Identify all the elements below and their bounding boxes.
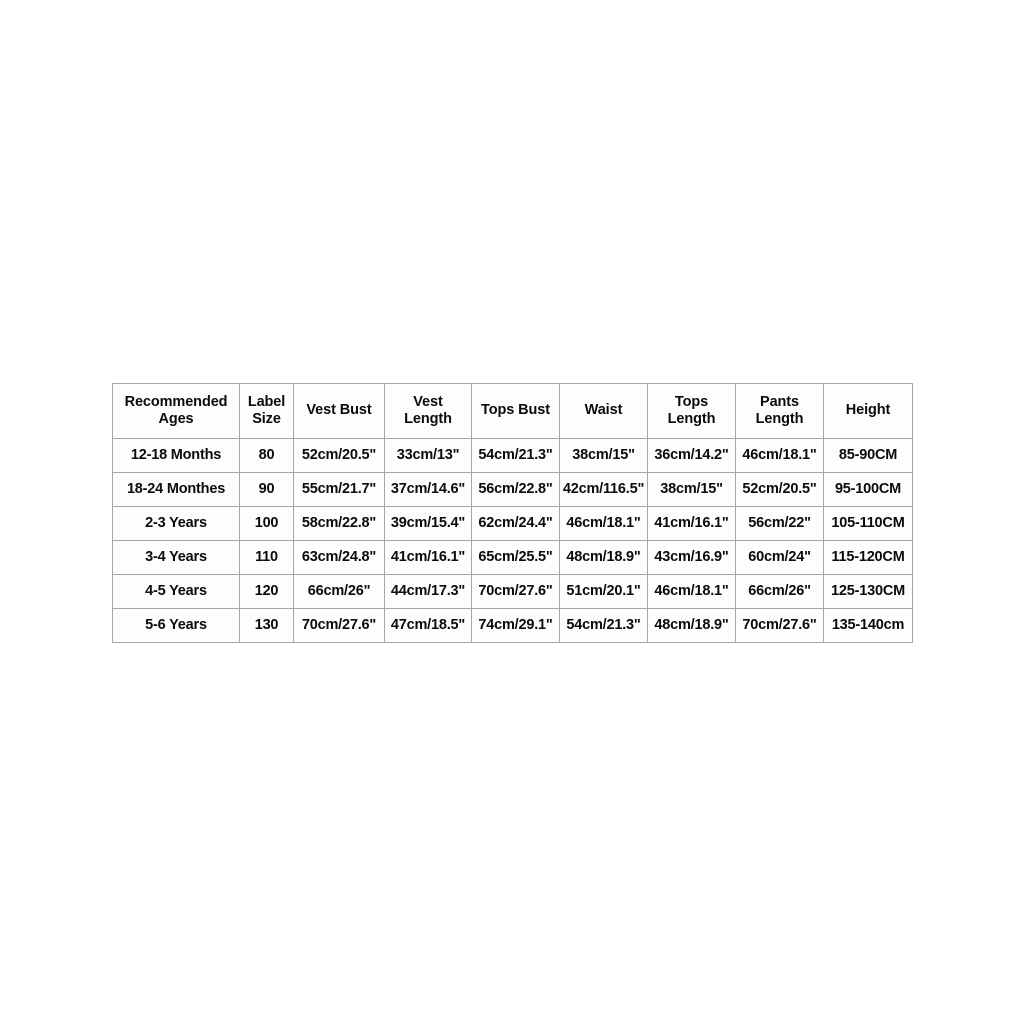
table-row: 2-3 Years 100 58cm/22.8" 39cm/15.4" 62cm… bbox=[112, 506, 913, 541]
size-chart-container: Recommended Ages Label Size Vest Bust Ve… bbox=[112, 383, 913, 643]
column-header-line-1: Pants bbox=[760, 393, 799, 410]
cell-tops-length: 38cm/15" bbox=[647, 472, 736, 507]
column-header-pants-length: Pants Length bbox=[735, 383, 824, 439]
cell-waist: 51cm/20.1" bbox=[559, 574, 648, 609]
cell-vest-bust: 55cm/21.7" bbox=[293, 472, 385, 507]
column-header-line-1: Label bbox=[247, 393, 286, 410]
cell-height: 95-100CM bbox=[823, 472, 913, 507]
cell-pants-length: 56cm/22" bbox=[735, 506, 824, 541]
column-header-vest-bust: Vest Bust bbox=[293, 383, 385, 439]
column-header-line-1: Height bbox=[845, 402, 891, 419]
column-header-line-1: Vest Bust bbox=[306, 402, 372, 419]
column-header-label-size: Label Size bbox=[239, 383, 294, 439]
cell-tops-bust: 74cm/29.1" bbox=[471, 608, 560, 643]
cell-pants-length: 70cm/27.6" bbox=[735, 608, 824, 643]
cell-height: 125-130CM bbox=[823, 574, 913, 609]
cell-tops-length: 46cm/18.1" bbox=[647, 574, 736, 609]
column-header-tops-length: Tops Length bbox=[647, 383, 736, 439]
cell-label-size: 100 bbox=[239, 506, 294, 541]
cell-vest-bust: 58cm/22.8" bbox=[293, 506, 385, 541]
size-chart-table: Recommended Ages Label Size Vest Bust Ve… bbox=[112, 383, 913, 643]
cell-vest-length: 44cm/17.3" bbox=[384, 574, 472, 609]
column-header-waist: Waist bbox=[559, 383, 648, 439]
cell-height: 115-120CM bbox=[823, 540, 913, 575]
table-row: 18-24 Monthes 90 55cm/21.7" 37cm/14.6" 5… bbox=[112, 472, 913, 507]
cell-tops-bust: 56cm/22.8" bbox=[471, 472, 560, 507]
column-header-line-1: Recommended bbox=[124, 393, 228, 410]
cell-vest-length: 41cm/16.1" bbox=[384, 540, 472, 575]
column-header-line-1: Tops Bust bbox=[481, 402, 550, 419]
cell-tops-bust: 62cm/24.4" bbox=[471, 506, 560, 541]
cell-tops-bust: 70cm/27.6" bbox=[471, 574, 560, 609]
cell-tops-length: 43cm/16.9" bbox=[647, 540, 736, 575]
table-row: 3-4 Years 110 63cm/24.8" 41cm/16.1" 65cm… bbox=[112, 540, 913, 575]
cell-vest-bust: 63cm/24.8" bbox=[293, 540, 385, 575]
column-header-line-1: Waist bbox=[584, 402, 623, 419]
page-root: { "table": { "name": "size-chart", "colo… bbox=[0, 0, 1024, 1024]
column-header-line-2: Length bbox=[667, 411, 716, 427]
column-header-line-1: Vest bbox=[413, 393, 443, 410]
cell-recommended-ages: 3-4 Years bbox=[112, 540, 240, 575]
cell-tops-length: 41cm/16.1" bbox=[647, 506, 736, 541]
column-header-line-2: Ages bbox=[158, 411, 194, 427]
cell-waist: 46cm/18.1" bbox=[559, 506, 648, 541]
cell-label-size: 110 bbox=[239, 540, 294, 575]
cell-pants-length: 66cm/26" bbox=[735, 574, 824, 609]
size-chart-header: Recommended Ages Label Size Vest Bust Ve… bbox=[112, 383, 913, 439]
column-header-line-2: Length bbox=[404, 411, 452, 427]
column-header-recommended-ages: Recommended Ages bbox=[112, 383, 240, 439]
column-header-line-2: Size bbox=[252, 411, 281, 427]
column-header-tops-bust: Tops Bust bbox=[471, 383, 560, 439]
column-header-height: Height bbox=[823, 383, 913, 439]
cell-tops-length: 36cm/14.2" bbox=[647, 438, 736, 473]
cell-vest-bust: 52cm/20.5" bbox=[293, 438, 385, 473]
column-header-line-2: Length bbox=[755, 411, 804, 427]
size-chart-body: 12-18 Months 80 52cm/20.5" 33cm/13" 54cm… bbox=[112, 438, 913, 643]
cell-waist: 48cm/18.9" bbox=[559, 540, 648, 575]
cell-label-size: 80 bbox=[239, 438, 294, 473]
cell-waist: 42cm/116.5" bbox=[559, 472, 648, 507]
table-header-row: Recommended Ages Label Size Vest Bust Ve… bbox=[112, 383, 913, 439]
cell-vest-length: 33cm/13" bbox=[384, 438, 472, 473]
column-header-vest-length: Vest Length bbox=[384, 383, 472, 439]
cell-waist: 38cm/15" bbox=[559, 438, 648, 473]
cell-height: 85-90CM bbox=[823, 438, 913, 473]
cell-tops-length: 48cm/18.9" bbox=[647, 608, 736, 643]
cell-vest-length: 47cm/18.5" bbox=[384, 608, 472, 643]
cell-height: 135-140cm bbox=[823, 608, 913, 643]
cell-tops-bust: 54cm/21.3" bbox=[471, 438, 560, 473]
cell-vest-length: 39cm/15.4" bbox=[384, 506, 472, 541]
cell-label-size: 120 bbox=[239, 574, 294, 609]
cell-recommended-ages: 4-5 Years bbox=[112, 574, 240, 609]
cell-vest-bust: 70cm/27.6" bbox=[293, 608, 385, 643]
cell-height: 105-110CM bbox=[823, 506, 913, 541]
cell-label-size: 130 bbox=[239, 608, 294, 643]
cell-recommended-ages: 12-18 Months bbox=[112, 438, 240, 473]
cell-recommended-ages: 5-6 Years bbox=[112, 608, 240, 643]
cell-tops-bust: 65cm/25.5" bbox=[471, 540, 560, 575]
cell-vest-length: 37cm/14.6" bbox=[384, 472, 472, 507]
cell-waist: 54cm/21.3" bbox=[559, 608, 648, 643]
cell-label-size: 90 bbox=[239, 472, 294, 507]
table-row: 4-5 Years 120 66cm/26" 44cm/17.3" 70cm/2… bbox=[112, 574, 913, 609]
cell-pants-length: 60cm/24" bbox=[735, 540, 824, 575]
cell-pants-length: 52cm/20.5" bbox=[735, 472, 824, 507]
table-row: 5-6 Years 130 70cm/27.6" 47cm/18.5" 74cm… bbox=[112, 608, 913, 643]
cell-vest-bust: 66cm/26" bbox=[293, 574, 385, 609]
cell-pants-length: 46cm/18.1" bbox=[735, 438, 824, 473]
table-row: 12-18 Months 80 52cm/20.5" 33cm/13" 54cm… bbox=[112, 438, 913, 473]
column-header-line-1: Tops bbox=[674, 393, 709, 410]
cell-recommended-ages: 18-24 Monthes bbox=[112, 472, 240, 507]
cell-recommended-ages: 2-3 Years bbox=[112, 506, 240, 541]
